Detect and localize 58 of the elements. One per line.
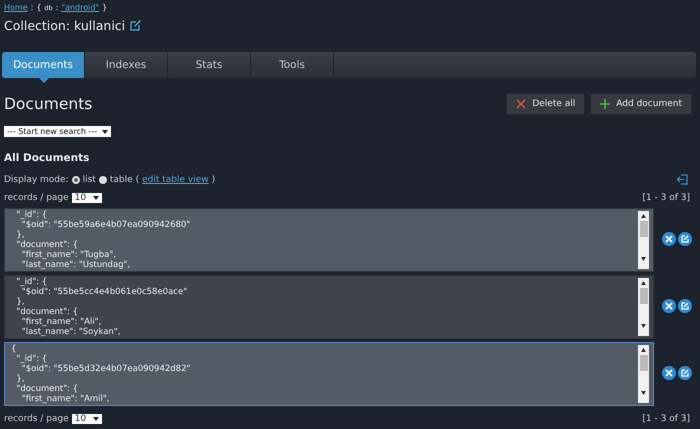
scroll-up-icon[interactable] bbox=[641, 214, 646, 218]
database-link[interactable]: "android" bbox=[61, 3, 100, 12]
breadcrumb-brace: { bbox=[36, 3, 42, 12]
paren: ( bbox=[136, 174, 140, 184]
delete-all-button[interactable]: Delete all bbox=[506, 93, 586, 115]
record-range: [1 - 3 of 3] bbox=[642, 193, 690, 203]
document-json: "_id": { "$oid": "55be59a6e4b07ea090942680" }, "document": { "first_name": "Tugba", "last_name": "Ustundag", bbox=[15, 209, 192, 271]
scroll-up-icon[interactable] bbox=[641, 348, 646, 352]
tab[interactable]: Indexes bbox=[85, 52, 168, 78]
edit-icon[interactable] bbox=[678, 232, 692, 246]
delete-icon[interactable] bbox=[662, 232, 676, 246]
document-editor[interactable]: "_id": { "$oid": "55be59a6e4b07ea090942680" }, "document": { "first_name": "Tugba", "last_name": "Ustundag", bbox=[4, 208, 654, 272]
add-document-button[interactable]: Add document bbox=[590, 93, 692, 115]
scrollbar[interactable] bbox=[638, 211, 649, 269]
scroll-up-icon[interactable] bbox=[641, 281, 646, 285]
breadcrumb-separator: : bbox=[30, 3, 34, 12]
caret-icon bbox=[102, 130, 108, 134]
export-icon[interactable] bbox=[677, 174, 688, 185]
records-per-page-select[interactable]: 10 bbox=[72, 193, 102, 203]
radio-label: table bbox=[110, 174, 133, 184]
cross-icon bbox=[516, 99, 526, 109]
radio-button[interactable] bbox=[72, 176, 80, 184]
display-mode-label: Display mode: bbox=[4, 174, 69, 184]
tab-pointer-icon bbox=[39, 78, 49, 83]
caret-icon bbox=[92, 196, 99, 200]
section-title: All Documents bbox=[4, 152, 90, 166]
records-per-page-label: records / page bbox=[4, 414, 69, 424]
document-json: "_id": { "$oid": "55be5cc4e4b061e0c58e0ace" }, "document": { "first_name": "Ali", "last_name": "Soykan", bbox=[15, 276, 188, 338]
search-select[interactable]: --- Start new search --- bbox=[4, 126, 112, 137]
tab[interactable]: Stats bbox=[168, 52, 251, 78]
scroll-down-icon[interactable] bbox=[641, 391, 646, 395]
delete-icon[interactable] bbox=[662, 366, 676, 380]
edit-icon[interactable] bbox=[678, 298, 692, 312]
tab[interactable]: Tools bbox=[251, 52, 334, 78]
record-range: [1 - 3 of 3] bbox=[642, 414, 690, 424]
edit-table-view-link[interactable]: edit table view bbox=[142, 174, 209, 184]
home-link[interactable]: Home bbox=[4, 3, 28, 12]
page-heading: Documents bbox=[4, 95, 92, 113]
edit-icon[interactable] bbox=[130, 20, 142, 30]
scrollbar[interactable] bbox=[638, 345, 649, 403]
records-per-page-label: records / page bbox=[4, 193, 69, 203]
records-per-page-select[interactable]: 10 bbox=[72, 414, 102, 424]
radio-label: list bbox=[82, 174, 96, 184]
document-json: { "_id": { "$oid": "55be5d32e4b07ea090942d82" }, "document": { "first_name": "Amil", bbox=[10, 343, 192, 405]
radio-button[interactable] bbox=[98, 176, 107, 184]
delete-icon[interactable] bbox=[662, 298, 676, 312]
breadcrumb-separator: : bbox=[56, 3, 58, 12]
edit-icon[interactable] bbox=[678, 366, 692, 380]
scroll-down-icon[interactable] bbox=[641, 257, 646, 261]
scrollbar[interactable] bbox=[638, 278, 649, 336]
document-editor[interactable]: { "_id": { "$oid": "55be5d32e4b07ea090942d82" }, "document": { "first_name": "Amil", bbox=[4, 342, 654, 406]
scroll-down-icon[interactable] bbox=[641, 324, 646, 328]
plus-icon bbox=[600, 99, 610, 109]
caret-icon bbox=[92, 417, 99, 421]
paren: ) bbox=[212, 174, 216, 184]
collection-title: Collection: kullanici bbox=[4, 18, 126, 32]
document-editor[interactable]: "_id": { "$oid": "55be5cc4e4b061e0c58e0ace" }, "document": { "first_name": "Ali", "last_name": "Soykan", bbox=[4, 275, 654, 339]
breadcrumb-brace: } bbox=[102, 3, 108, 12]
